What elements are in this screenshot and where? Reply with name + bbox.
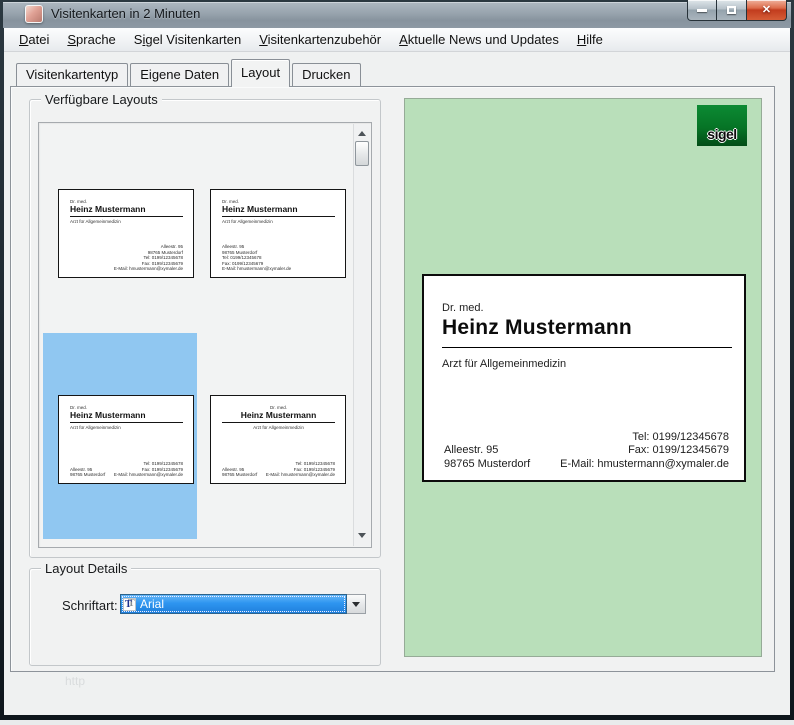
tab-visitenkartentyp[interactable]: Visitenkartentyp [16, 63, 128, 86]
tab-layout[interactable]: Layout [231, 59, 290, 87]
watermark: http [65, 674, 85, 688]
thumb-address-block: Alleestr. 9598765 Musterdorf [70, 467, 105, 478]
thumb-address-block: Alleestr. 9598765 Musterdorf [222, 467, 257, 478]
menu-item-hilfe[interactable]: Hilfe [568, 28, 612, 51]
sigel-logo: sigel [697, 105, 747, 146]
close-icon: ✕ [762, 5, 771, 16]
window-controls: ✕ [687, 0, 787, 21]
thumb-card: Dr. med.Heinz MustermannArzt für Allgeme… [210, 189, 346, 278]
minimize-button[interactable] [687, 0, 717, 21]
font-label: Schriftart: [62, 598, 118, 613]
card-address: Alleestr. 9598765 Musterdorf [444, 444, 530, 471]
app-window: Visitenkarten in 2 Minuten ✕ DateiSprach… [0, 0, 794, 720]
thumb-card-header: Dr. med.Heinz MustermannArzt für Allgeme… [70, 199, 183, 224]
close-button[interactable]: ✕ [747, 0, 787, 21]
font-combobox[interactable]: Arial [120, 594, 366, 614]
thumb-contact-block: Tel: 0199/12345678Fax: 0199/12345679E-Ma… [266, 461, 335, 478]
card-subtitle: Arzt für Allgemeinmedizin [442, 358, 566, 370]
menu-item-aktuelle-news-und-updates[interactable]: Aktuelle News und Updates [390, 28, 568, 51]
thumb-address-block: Alleestr. 9598765 MusterdorfTel: 0199/12… [222, 244, 291, 272]
chevron-down-icon [352, 602, 360, 607]
tab-drucken[interactable]: Drucken [292, 63, 360, 86]
truetype-icon [123, 598, 136, 611]
layout-thumbnail-3[interactable]: Dr. med.Heinz MustermannArzt für Allgeme… [43, 333, 197, 539]
layout-list: Dr. med.Heinz MustermannArzt für Allgeme… [38, 122, 372, 548]
titlebar[interactable]: Visitenkarten in 2 Minuten ✕ [3, 2, 791, 28]
thumb-card-header: Dr. med.Heinz MustermannArzt für Allgeme… [222, 199, 335, 224]
thumb-card-footer: Alleestr. 9598765 Musterdorf Tel: 0199/12… [70, 461, 183, 478]
layout-details-groupbox: Layout Details Schriftart: Arial [29, 568, 381, 666]
menu-item-sigel-visitenkarten[interactable]: Sigel Visitenkarten [125, 28, 250, 51]
card-contact: Tel: 0199/12345678Fax: 0199/12345679E-Ma… [560, 431, 729, 472]
thumb-card-header: Dr. med.Heinz MustermannArzt für Allgeme… [70, 405, 183, 430]
thumb-card: Dr. med.Heinz MustermannArzt für Allgeme… [58, 395, 194, 484]
thumb-card-header: Dr. med.Heinz MustermannArzt für Allgeme… [222, 405, 335, 430]
layouts-groupbox: Verfügbare Layouts Dr. med.Heinz Musterm… [29, 99, 381, 558]
business-card-preview: Dr. med. Heinz Mustermann Arzt für Allge… [422, 274, 746, 482]
preview-panel: sigel Dr. med. Heinz Mustermann Arzt für… [404, 98, 762, 657]
window-title: Visitenkarten in 2 Minuten [51, 6, 200, 21]
tab-eigene-daten[interactable]: Eigene Daten [130, 63, 229, 86]
thumb-contact-block: Alleestr. 9598765 MusterdorfTel: 0199/12… [114, 244, 183, 272]
maximize-button[interactable] [717, 0, 747, 21]
font-value: Arial [140, 597, 164, 611]
layout-thumbnail-1[interactable]: Dr. med.Heinz MustermannArzt für Allgeme… [43, 127, 197, 333]
thumb-card: Dr. med.Heinz MustermannArzt für Allgeme… [210, 395, 346, 484]
scroll-up-icon[interactable] [358, 131, 366, 136]
font-combobox-field[interactable]: Arial [120, 594, 347, 614]
sigel-logo-text: sigel [707, 126, 736, 146]
maximize-icon [727, 6, 736, 14]
thumb-card: Dr. med.Heinz MustermannArzt für Allgeme… [58, 189, 194, 278]
menu-item-datei[interactable]: Datei [10, 28, 58, 51]
card-title: Dr. med. [442, 302, 484, 314]
scroll-down-icon[interactable] [358, 533, 366, 538]
layout-thumbnail-4[interactable]: Dr. med.Heinz MustermannArzt für Allgeme… [195, 333, 349, 539]
tab-strip: VisitenkartentypEigene DatenLayoutDrucke… [16, 58, 363, 86]
tab-page-layout: Verfügbare Layouts Dr. med.Heinz Musterm… [10, 86, 775, 672]
layouts-group-title: Verfügbare Layouts [41, 92, 162, 107]
layout-details-title: Layout Details [41, 561, 131, 576]
minimize-icon [697, 9, 707, 12]
thumb-card-footer: Alleestr. 9598765 MusterdorfTel: 0199/12… [70, 244, 183, 272]
app-icon [25, 5, 43, 23]
thumb-contact-block: Tel: 0199/12345678Fax: 0199/12345679E-Ma… [114, 461, 183, 478]
menu-item-visitenkartenzubeh-r[interactable]: Visitenkartenzubehör [250, 28, 390, 51]
menubar: DateiSpracheSigel VisitenkartenVisitenka… [4, 28, 790, 52]
layout-list-scrollbar[interactable] [353, 124, 370, 546]
scrollbar-thumb[interactable] [355, 141, 369, 166]
layout-thumbnail-2[interactable]: Dr. med.Heinz MustermannArzt für Allgeme… [195, 127, 349, 333]
card-name: Heinz Mustermann [442, 316, 732, 348]
font-combobox-dropdown-button[interactable] [347, 594, 366, 614]
window-body: DateiSpracheSigel VisitenkartenVisitenka… [4, 28, 790, 715]
menu-item-sprache[interactable]: Sprache [58, 28, 124, 51]
thumb-card-footer: Alleestr. 9598765 Musterdorf Tel: 0199/12… [222, 461, 335, 478]
card-footer: Alleestr. 9598765 Musterdorf Tel: 0199/1… [444, 431, 729, 472]
thumb-card-footer: Alleestr. 9598765 MusterdorfTel: 0199/12… [222, 244, 335, 272]
